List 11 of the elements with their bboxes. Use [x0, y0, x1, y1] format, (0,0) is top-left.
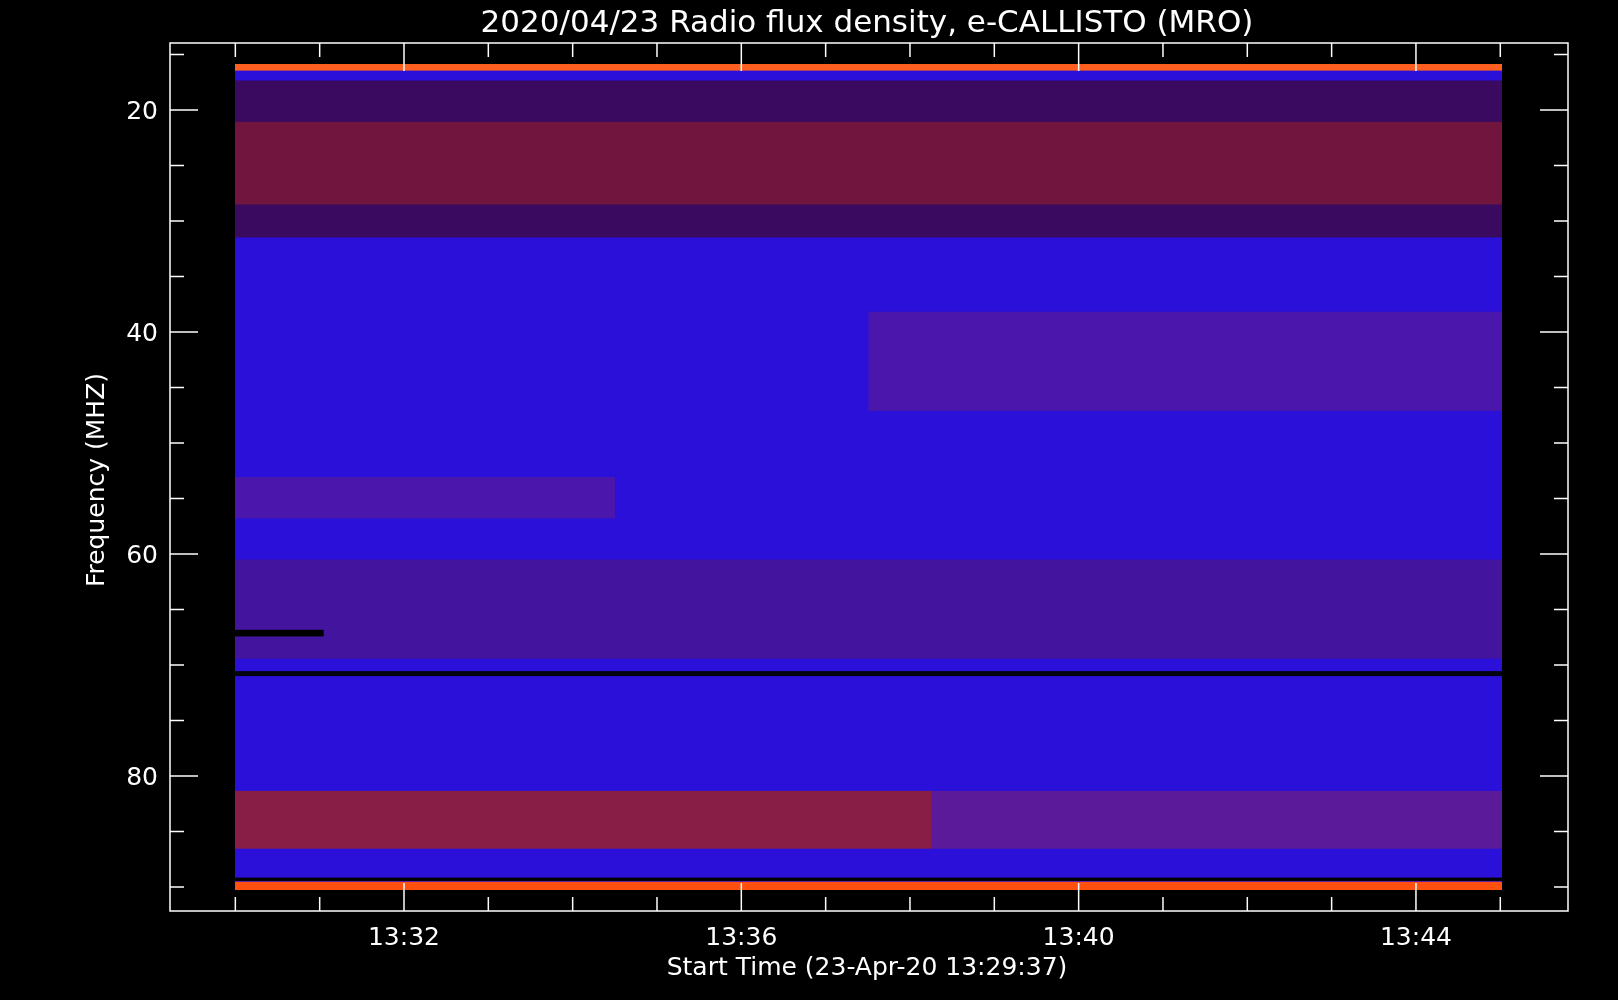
y-tick-label: 20: [126, 96, 158, 125]
x-tick-label: 13:32: [368, 922, 440, 951]
x-axis-label: Start Time (23-Apr-20 13:29:37): [666, 952, 1068, 981]
x-tick-label: 13:40: [1042, 922, 1115, 951]
x-tick-label: 13:44: [1379, 922, 1452, 951]
y-axis-label: Frequency (MHZ): [81, 372, 110, 588]
y-tick-label: 40: [126, 318, 158, 347]
y-tick-label: 60: [126, 540, 158, 569]
y-tick-label: 80: [126, 762, 158, 791]
x-tick-label: 13:36: [705, 922, 778, 951]
chart-title: 2020/04/23 Radio flux density, e-CALLISTO (MRO): [480, 3, 1254, 39]
